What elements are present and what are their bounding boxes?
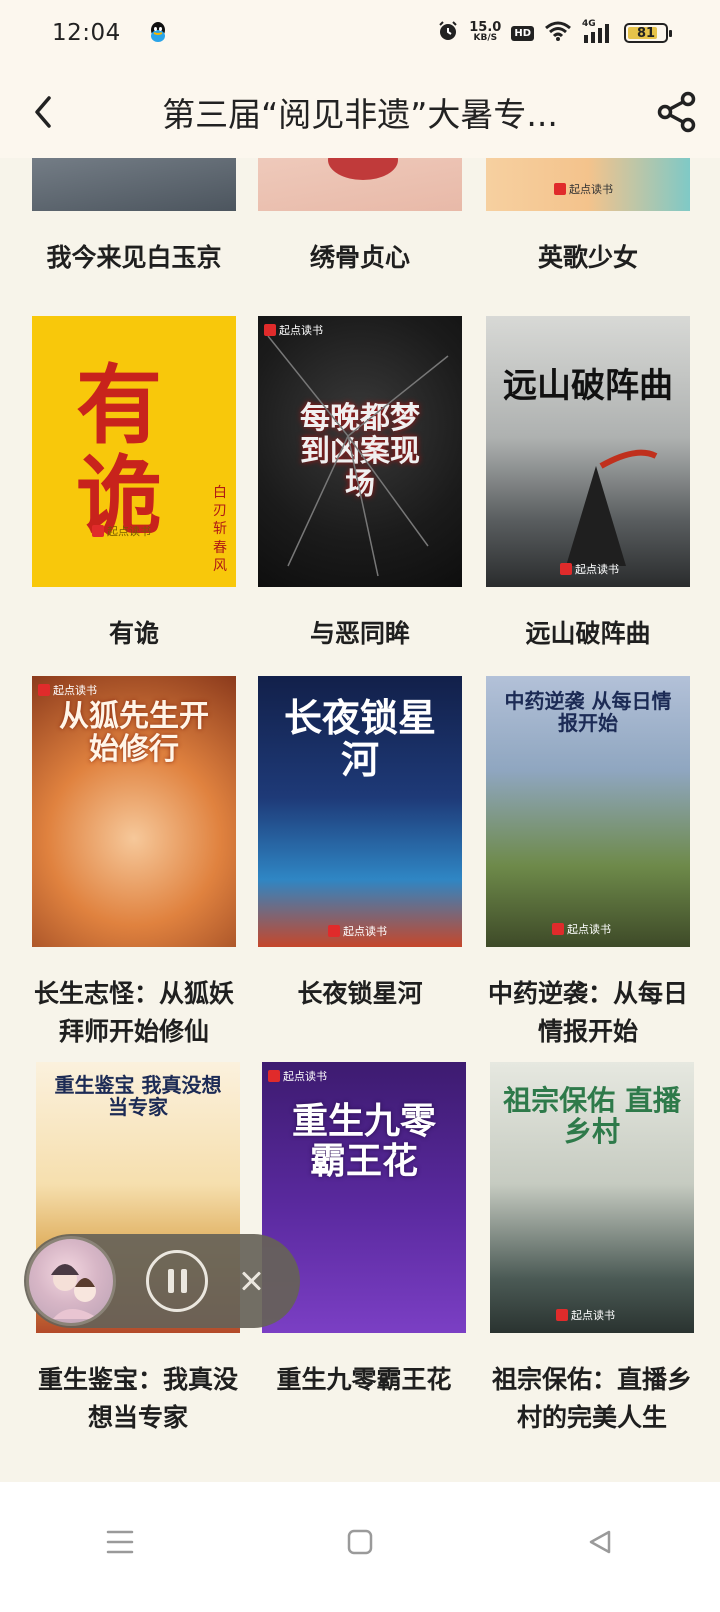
book-title: 长夜锁星河 [297,979,423,1008]
battery-indicator: 81 [624,23,672,43]
page-title: 第三届“阅见非遗”大暑专... [162,95,558,134]
chevron-left-icon [35,96,51,128]
status-right: 15.0 KB/S HD 4G 81 [437,19,672,46]
net-speed-unit: KB/S [473,33,498,43]
cover-title: 有诡 [76,356,162,547]
cover-title: 重生九零霸王花 [291,1101,436,1182]
nav-bar: 第三届“阅见非遗”大暑专... [0,66,720,158]
book-title: 重生鉴宝：我真没想当专家 [37,1365,238,1432]
hd-badge: HD [511,25,534,41]
cover-title: 长夜锁星河 [283,696,436,782]
net-speed: 15.0 KB/S [469,20,502,44]
book-cover: 从狐先生开始修行 起点读书 [32,676,236,947]
book-title: 重生九零霸王花 [276,1365,452,1394]
book-cover: 祖宗保佑 直播乡村 起点读书 [490,1062,694,1333]
qq-icon [147,21,169,45]
shattered-glass-art [267,335,449,577]
book-cover: 有诡 白刃斩春风 起点读书 [32,316,236,587]
back-nav-button[interactable] [570,1512,630,1572]
back-triangle-icon [589,1530,611,1554]
book-cover: 长夜锁星河 起点读书 [258,676,462,947]
book-item[interactable]: 祖宗保佑 直播乡村 起点读书 祖宗保佑：直播乡村的完美人生 [490,1062,694,1437]
book-cover [258,158,462,211]
status-time: 12:04 [52,20,121,46]
book-item[interactable]: 中药逆袭 从每日情报开始 起点读书 中药逆袭：从每日情报开始 [486,676,690,1051]
cover-title: 祖宗保佑 直播乡村 [503,1084,681,1148]
menu-button[interactable] [90,1512,150,1572]
publisher-logo: 起点读书 [92,523,151,539]
book-item[interactable]: 远山破阵曲 起点读书 远山破阵曲 [486,316,690,653]
book-item[interactable]: 重生九零霸王花 起点读书 重生九零霸王花 [262,1062,466,1399]
close-player-button[interactable] [236,1266,266,1296]
book-title: 与恶同眸 [309,619,410,648]
book-item[interactable]: 有诡 白刃斩春风 起点读书 有诡 [32,316,236,653]
floating-audio-player[interactable] [24,1234,300,1328]
publisher-logo: 起点读书 [328,923,387,939]
share-button[interactable] [634,66,720,158]
book-title: 远山破阵曲 [525,619,651,648]
warrior-art [566,449,658,566]
publisher-logo: 起点读书 [268,1068,327,1084]
book-item[interactable]: 从狐先生开始修行 起点读书 长生志怪：从狐妖拜师开始修仙 [32,676,236,1051]
net-speed-value: 15.0 [469,20,502,35]
publisher-logo: 起点读书 [560,561,619,577]
book-item[interactable]: 长夜锁星河 起点读书 长夜锁星河 [258,676,462,1013]
share-icon [657,91,696,133]
book-cover: 远山破阵曲 起点读书 [486,316,690,587]
back-button[interactable] [0,66,86,158]
book-item[interactable]: 每晚都梦到凶案现场 起点读书 与恶同眸 [258,316,462,653]
book-item[interactable]: 我今来见白玉京 [32,158,236,277]
status-bar: 12:04 15.0 KB/S HD 4G 81 [0,0,720,66]
book-title: 绣骨贞心 [309,243,410,272]
cover-title: 中药逆袭 从每日情报开始 [504,689,672,735]
book-item[interactable]: 绣骨贞心 [258,158,462,277]
book-title: 我今来见白玉京 [46,243,222,272]
pause-icon [180,1269,187,1293]
player-cover-avatar[interactable] [26,1236,116,1326]
menu-icon [106,1530,134,1554]
book-cover: 每晚都梦到凶案现场 起点读书 [258,316,462,587]
pause-button[interactable] [146,1250,208,1312]
home-button[interactable] [330,1512,390,1572]
signal-icon: 4G [582,19,614,45]
book-item[interactable]: 起点读书 英歌少女 [486,158,690,277]
book-title: 祖宗保佑：直播乡村的完美人生 [491,1365,692,1432]
publisher-logo: 起点读书 [552,921,611,937]
book-cover [32,158,236,211]
publisher-logo: 起点读书 [556,1307,615,1323]
cover-title: 从狐先生开始修行 [59,699,209,767]
system-nav-bar [0,1482,720,1612]
home-icon [347,1529,373,1555]
alarm-icon [437,20,459,46]
publisher-logo: 起点读书 [38,682,97,698]
book-title: 有诡 [108,619,159,648]
battery-level: 81 [636,25,656,41]
publisher-logo: 起点读书 [264,322,323,338]
book-title: 英歌少女 [537,243,638,272]
publisher-logo: 起点读书 [554,181,613,197]
book-title: 长生志怪：从狐妖拜师开始修仙 [33,979,234,1046]
book-title: 中药逆袭：从每日情报开始 [487,979,688,1046]
book-cover: 起点读书 [486,158,690,211]
cover-title: 重生鉴宝 我真没想当专家 [54,1073,222,1119]
pause-icon [167,1269,174,1293]
cover-author: 白刃斩春风 [213,485,227,574]
book-cover: 中药逆袭 从每日情报开始 起点读书 [486,676,690,947]
wifi-icon [544,20,572,46]
